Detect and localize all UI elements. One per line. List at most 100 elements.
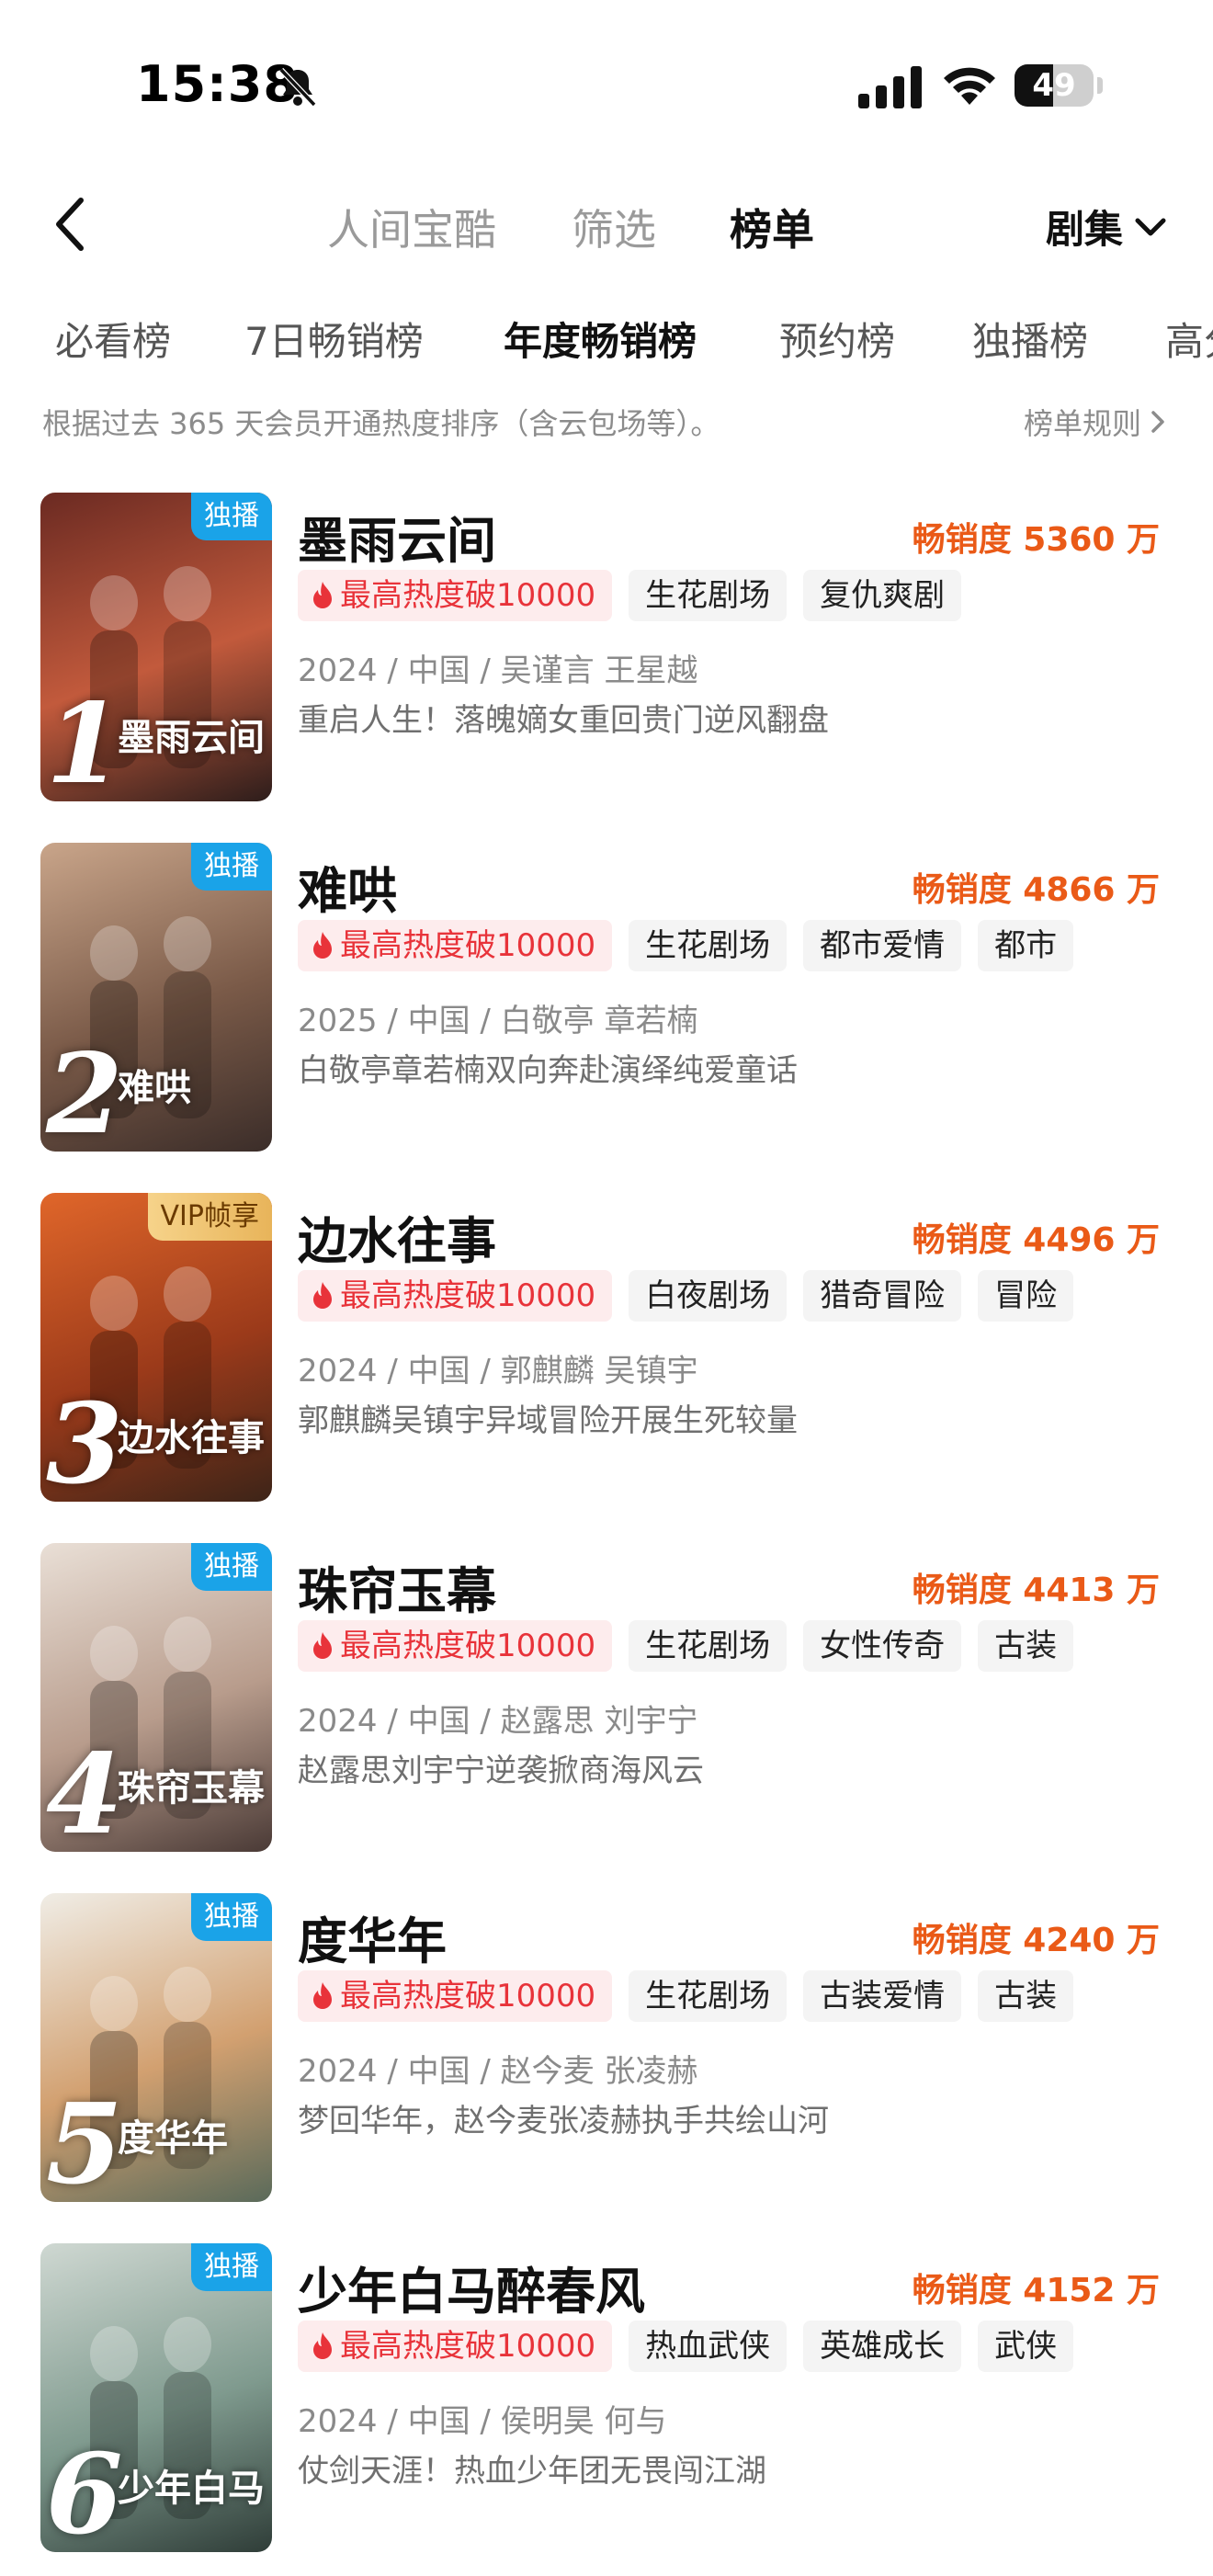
back-arrow-icon[interactable] — [50, 195, 90, 254]
genre-tag[interactable]: 英雄成长 — [803, 2321, 962, 2372]
tab-renjian-baoku[interactable]: 人间宝酷 — [327, 197, 496, 257]
hot-tag-label: 最高热度破10000 — [340, 577, 596, 614]
battery-icon: 49 — [1015, 64, 1103, 107]
genre-tag[interactable]: 白夜剧场 — [629, 1270, 788, 1322]
subtab-reservation[interactable]: 预约榜 — [779, 311, 895, 367]
flame-icon — [313, 1982, 332, 2009]
list-item[interactable]: 独播 难哄 2 难哄 畅销度 4866 万 最高热度破10000 生花剧场 都市爱情… — [0, 843, 1213, 1155]
hot-tag[interactable]: 最高热度破10000 — [298, 920, 613, 971]
status-time: 15:38 — [136, 55, 299, 113]
badge: 独播 — [191, 843, 272, 891]
list-item[interactable]: 独播 墨雨云间 1 墨雨云间 畅销度 5360 万 最高热度破10000 生花剧场… — [0, 493, 1213, 805]
chevron-down-icon — [1135, 218, 1166, 235]
genre-tag[interactable]: 古装 — [978, 1620, 1074, 1672]
subtab-annual-bestseller[interactable]: 年度畅销榜 — [504, 311, 697, 367]
poster-image[interactable]: 独播 难哄 2 — [40, 843, 272, 1152]
hot-tag-label: 最高热度破10000 — [340, 927, 596, 964]
show-title[interactable]: 墨雨云间 — [298, 500, 496, 573]
subtab-high-score[interactable]: 高分 — [1165, 311, 1213, 367]
genre-tag[interactable]: 猎奇冒险 — [803, 1270, 962, 1322]
tag-row: 最高热度破10000 生花剧场 女性传奇 古装 — [298, 1620, 1074, 1672]
hot-tag[interactable]: 最高热度破10000 — [298, 570, 613, 621]
list-item[interactable]: 独播 少年白马 6 少年白马醉春风 畅销度 4152 万 最高热度破10000 热… — [0, 2243, 1213, 2556]
rank-number: 4 — [46, 1730, 123, 1852]
poster-image[interactable]: 独播 墨雨云间 1 — [40, 493, 272, 801]
genre-tag[interactable]: 女性传奇 — [803, 1620, 962, 1672]
genre-tag[interactable]: 生花剧场 — [629, 1620, 788, 1672]
genre-tag[interactable]: 生花剧场 — [629, 570, 788, 621]
chevron-right-icon — [1151, 411, 1164, 433]
ranking-rules-link[interactable]: 榜单规则 — [1024, 401, 1165, 443]
tab-filter[interactable]: 筛选 — [572, 197, 656, 257]
poster-image[interactable]: 独播 少年白马 6 — [40, 2243, 272, 2552]
rank-number: 6 — [46, 2430, 123, 2552]
genre-tag[interactable]: 热血武侠 — [629, 2321, 788, 2372]
poster-title: 珠帘玉幕 — [118, 1767, 265, 1810]
show-meta: 2024 / 中国 / 郭麒麟 吴镇宇 — [298, 1353, 698, 1390]
hot-tag-label: 最高热度破10000 — [340, 2328, 596, 2365]
sales-index: 畅销度 4413 万 — [912, 1572, 1160, 1609]
hot-tag[interactable]: 最高热度破10000 — [298, 2321, 613, 2372]
flame-icon — [313, 582, 332, 608]
tag-row: 最高热度破10000 生花剧场 都市爱情 都市 — [298, 920, 1074, 971]
genre-tag[interactable]: 复仇爽剧 — [803, 570, 962, 621]
battery-percent: 49 — [1032, 67, 1076, 104]
hot-tag-label: 最高热度破10000 — [340, 1978, 596, 2014]
poster-image[interactable]: 独播 珠帘玉幕 4 — [40, 1543, 272, 1852]
ranking-subtabs: 必看榜 7日畅销榜 年度畅销榜 预约榜 独播榜 高分 — [0, 303, 1213, 377]
show-title[interactable]: 度华年 — [298, 1901, 447, 1973]
genre-tag[interactable]: 古装爱情 — [803, 1970, 962, 2022]
rank-number: 1 — [46, 679, 123, 801]
show-title[interactable]: 珠帘玉幕 — [298, 1550, 496, 1623]
show-title[interactable]: 少年白马醉春风 — [298, 2251, 645, 2323]
genre-tag[interactable]: 生花剧场 — [629, 920, 788, 971]
badge: 独播 — [191, 1893, 272, 1941]
subtab-must-watch[interactable]: 必看榜 — [55, 311, 171, 367]
subtab-exclusive[interactable]: 独播榜 — [972, 311, 1088, 367]
hot-tag[interactable]: 最高热度破10000 — [298, 1270, 613, 1322]
flame-icon — [313, 932, 332, 959]
badge: 独播 — [191, 493, 272, 540]
show-synopsis: 赵露思刘宇宁逆袭掀商海风云 — [298, 1753, 704, 1789]
show-title[interactable]: 边水往事 — [298, 1200, 496, 1273]
genre-tag[interactable]: 武侠 — [978, 2321, 1074, 2372]
show-synopsis: 白敬亭章若楠双向奔赴演绎纯爱童话 — [298, 1052, 798, 1089]
show-synopsis: 重启人生！落魄嫡女重回贵门逆风翻盘 — [298, 702, 829, 739]
show-synopsis: 郭麒麟吴镇宇异域冒险开展生死较量 — [298, 1402, 798, 1439]
genre-tag[interactable]: 都市爱情 — [803, 920, 962, 971]
hot-tag[interactable]: 最高热度破10000 — [298, 1620, 613, 1672]
tab-ranking[interactable]: 榜单 — [730, 197, 814, 257]
sales-index: 畅销度 4866 万 — [912, 871, 1160, 909]
hot-tag-label: 最高热度破10000 — [340, 1277, 596, 1314]
category-dropdown[interactable]: 剧集 — [1046, 199, 1167, 255]
show-synopsis: 仗剑天涯！热血少年团无畏闯江湖 — [298, 2453, 766, 2490]
hot-tag-label: 最高热度破10000 — [340, 1628, 596, 1664]
sales-index: 畅销度 4240 万 — [912, 1922, 1160, 1959]
bell-muted-icon — [278, 67, 317, 108]
show-meta: 2024 / 中国 / 赵今麦 张凌赫 — [298, 2053, 698, 2090]
list-item[interactable]: 独播 珠帘玉幕 4 珠帘玉幕 畅销度 4413 万 最高热度破10000 生花剧场… — [0, 1543, 1213, 1855]
badge: VIP帧享 — [147, 1193, 272, 1241]
status-bar: 15:38 49 — [0, 0, 1213, 175]
genre-tag[interactable]: 古装 — [978, 1970, 1074, 2022]
poster-title: 边水往事 — [118, 1417, 265, 1459]
flame-icon — [313, 2332, 332, 2359]
genre-tag[interactable]: 冒险 — [978, 1270, 1074, 1322]
poster-image[interactable]: VIP帧享 边水往事 3 — [40, 1193, 272, 1502]
list-item[interactable]: VIP帧享 边水往事 3 边水往事 畅销度 4496 万 最高热度破10000 白… — [0, 1193, 1213, 1505]
top-nav: 人间宝酷 筛选 榜单 剧集 — [0, 175, 1213, 276]
tag-row: 最高热度破10000 生花剧场 古装爱情 古装 — [298, 1970, 1074, 2022]
tag-row: 最高热度破10000 生花剧场 复仇爽剧 — [298, 570, 962, 621]
list-item[interactable]: 独播 度华年 5 度华年 畅销度 4240 万 最高热度破10000 生花剧场 古装… — [0, 1893, 1213, 2206]
show-meta: 2024 / 中国 / 侯明昊 何与 — [298, 2403, 667, 2440]
ranking-description: 根据过去 365 天会员开通热度排序（含云包场等）。 — [42, 406, 720, 441]
hot-tag[interactable]: 最高热度破10000 — [298, 1970, 613, 2022]
poster-image[interactable]: 独播 度华年 5 — [40, 1893, 272, 2202]
show-synopsis: 梦回华年，赵今麦张凌赫执手共绘山河 — [298, 2103, 829, 2139]
poster-title: 墨雨云间 — [118, 717, 265, 759]
genre-tag[interactable]: 都市 — [978, 920, 1074, 971]
tag-row: 最高热度破10000 热血武侠 英雄成长 武侠 — [298, 2321, 1074, 2372]
show-title[interactable]: 难哄 — [298, 850, 397, 923]
subtab-7day-bestseller[interactable]: 7日畅销榜 — [244, 311, 424, 367]
genre-tag[interactable]: 生花剧场 — [629, 1970, 788, 2022]
